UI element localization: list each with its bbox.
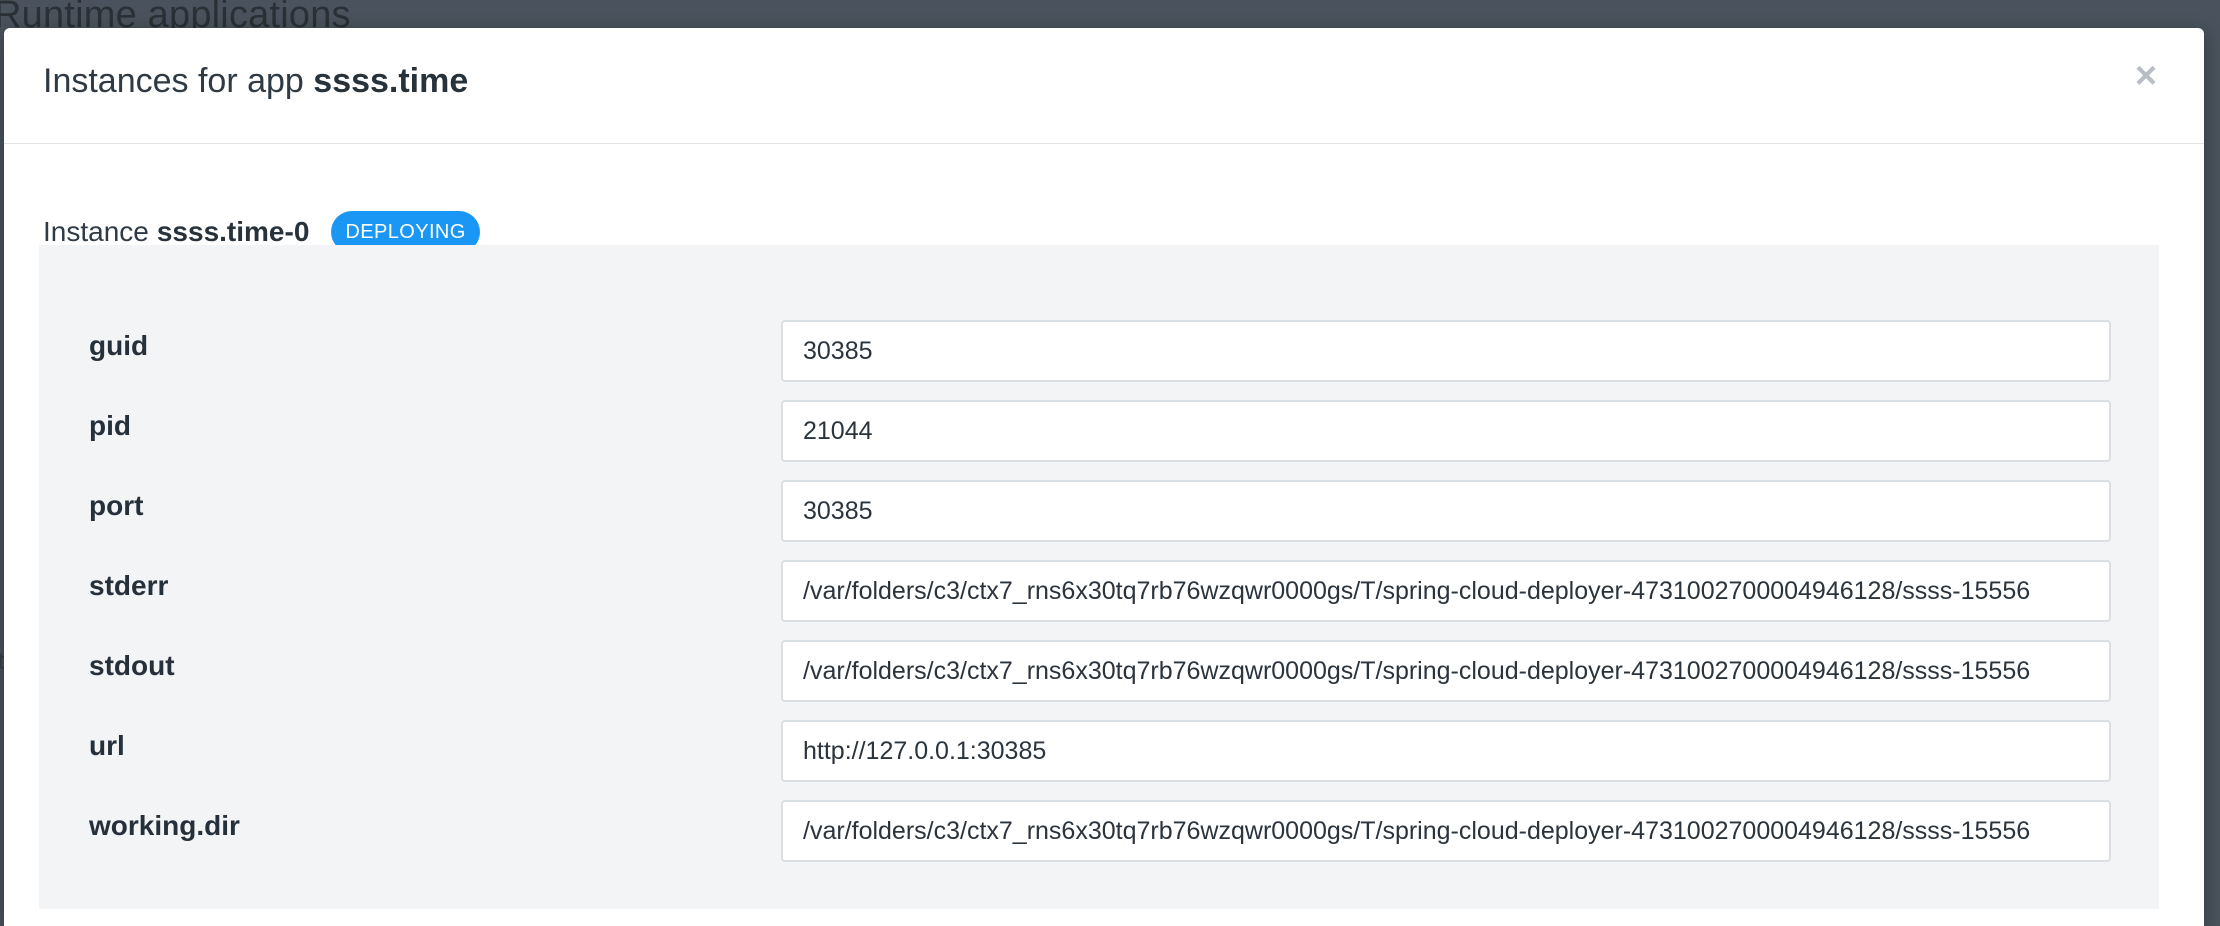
modal-title: Instances for app ssss.time xyxy=(43,62,468,101)
property-label: stderr xyxy=(89,570,169,601)
instance-id: ssss.time-0 xyxy=(156,216,310,247)
page-backdrop: Runtime applications t Instances for app… xyxy=(0,0,2220,926)
url-field[interactable] xyxy=(781,720,2111,782)
property-label: pid xyxy=(89,410,131,441)
port-field[interactable] xyxy=(781,480,2111,542)
property-label: url xyxy=(89,730,125,761)
stderr-field[interactable] xyxy=(781,560,2111,622)
property-row-pid: pid xyxy=(39,400,2159,462)
property-row-guid: guid xyxy=(39,320,2159,382)
close-icon[interactable]: × xyxy=(2128,57,2164,95)
property-label: working.dir xyxy=(89,810,240,841)
property-row-working-dir: working.dir xyxy=(39,800,2159,862)
property-row-url: url xyxy=(39,720,2159,782)
working-dir-field[interactable] xyxy=(781,800,2111,862)
modal-app-name: ssss.time xyxy=(313,62,469,100)
modal-title-prefix: Instances for app xyxy=(43,62,304,100)
instance-properties-panel: guid pid port stderr stdout url working.… xyxy=(39,245,2159,909)
property-label: port xyxy=(89,490,144,521)
property-row-stdout: stdout xyxy=(39,640,2159,702)
stdout-field[interactable] xyxy=(781,640,2111,702)
property-row-stderr: stderr xyxy=(39,560,2159,622)
property-label: stdout xyxy=(89,650,175,681)
pid-field[interactable] xyxy=(781,400,2111,462)
instance-label: Instance xyxy=(43,216,149,247)
property-row-port: port xyxy=(39,480,2159,542)
property-label: guid xyxy=(89,330,149,361)
modal-header: Instances for app ssss.time × xyxy=(4,28,2204,144)
guid-field[interactable] xyxy=(781,320,2111,382)
